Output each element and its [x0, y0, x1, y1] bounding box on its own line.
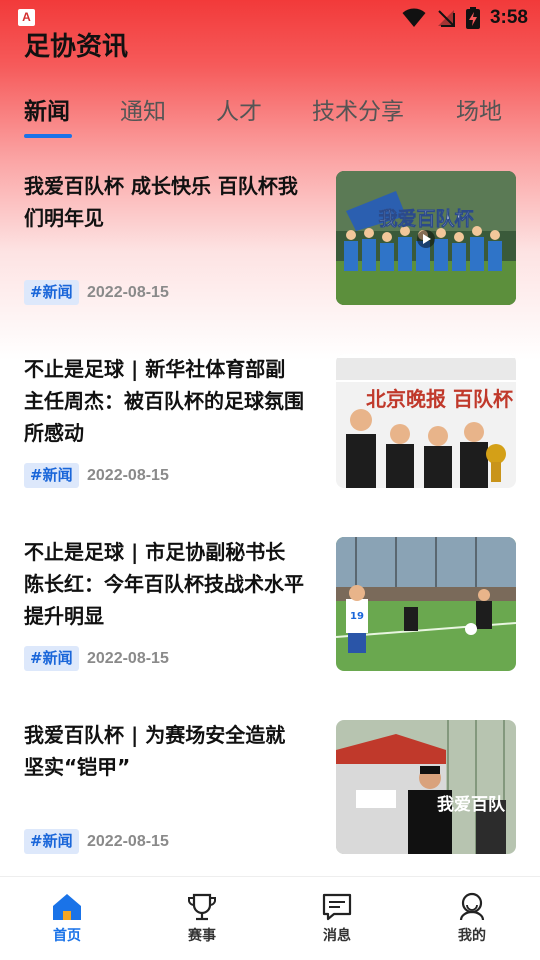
- news-date: 2022-08-15: [87, 833, 169, 850]
- message-icon: [322, 893, 352, 921]
- news-tag: #新闻: [24, 463, 79, 488]
- tabbar-home[interactable]: 首页: [27, 891, 107, 945]
- trophy-icon: [188, 893, 216, 921]
- tab-talent[interactable]: 人才: [216, 92, 262, 126]
- list-item[interactable]: 我爱百队杯 | 为赛场安全造就坚实“铠甲” #新闻 2022-08-15 我爱百…: [0, 719, 540, 855]
- tab-notice[interactable]: 通知: [120, 92, 166, 126]
- list-item[interactable]: 我爱百队杯 成长快乐 百队杯我们明年见 #新闻 2022-08-15 我爱百队杯: [0, 170, 540, 306]
- thumb-caption: 北京晚报 百队杯: [366, 387, 513, 411]
- tab-venue[interactable]: 场地: [456, 92, 502, 126]
- thumb-caption: 19: [350, 611, 364, 622]
- tabbar-profile[interactable]: 我的: [432, 891, 512, 945]
- thumb-caption: 我爱百队杯: [378, 207, 473, 230]
- status-indicators: 3:58: [402, 5, 528, 31]
- news-thumbnail: 我爱百队: [336, 720, 516, 854]
- tabbar-label: 首页: [53, 928, 81, 944]
- news-tag: #新闻: [24, 280, 79, 305]
- list-item[interactable]: 不止是足球 | 市足协副秘书长陈长红：今年百队杯技战术水平提升明显 #新闻 20…: [0, 536, 540, 672]
- category-tabs: 新闻 通知 人才 技术分享 场地: [0, 92, 540, 142]
- news-thumbnail: 19: [336, 537, 516, 671]
- thumb-caption: 我爱百队: [437, 794, 506, 815]
- news-date: 2022-08-15: [87, 650, 169, 667]
- tabbar-events[interactable]: 赛事: [162, 891, 242, 945]
- tabbar-label: 我的: [458, 928, 486, 944]
- profile-icon: [459, 892, 485, 921]
- home-icon: [53, 894, 81, 920]
- app-notification-icon: A: [18, 9, 35, 26]
- news-date: 2022-08-15: [87, 467, 169, 484]
- no-signal-icon: [437, 10, 455, 27]
- bottom-tab-bar: 首页 赛事 消息 我的: [0, 876, 540, 960]
- news-title: 不止是足球 | 新华社体育部副主任周杰：被百队杯的足球氛围所感动: [24, 357, 304, 445]
- list-item[interactable]: 不止是足球 | 新华社体育部副主任周杰：被百队杯的足球氛围所感动 #新闻 202…: [0, 353, 540, 489]
- status-time: 3:58: [489, 7, 528, 28]
- news-title: 不止是足球 | 市足协副秘书长陈长红：今年百队杯技战术水平提升明显: [24, 540, 304, 628]
- news-title: 我爱百队杯 | 为赛场安全造就坚实“铠甲”: [24, 723, 286, 779]
- battery-charging-icon: [465, 7, 480, 29]
- page-title: 足协资讯: [24, 32, 129, 62]
- active-tab-indicator: [24, 134, 72, 138]
- tabbar-label: 赛事: [188, 928, 216, 944]
- tabbar-messages[interactable]: 消息: [297, 891, 377, 945]
- news-date: 2022-08-15: [87, 284, 169, 301]
- tab-news[interactable]: 新闻: [24, 92, 70, 126]
- wifi-icon: [402, 8, 426, 27]
- news-thumbnail: 北京晚报 百队杯: [336, 354, 516, 488]
- tab-tech-sharing[interactable]: 技术分享: [312, 92, 404, 126]
- news-title: 我爱百队杯 成长快乐 百队杯我们明年见: [24, 174, 298, 230]
- tabbar-label: 消息: [323, 928, 351, 944]
- news-tag: #新闻: [24, 646, 79, 671]
- news-tag: #新闻: [24, 829, 79, 854]
- news-thumbnail: 我爱百队杯: [336, 171, 516, 305]
